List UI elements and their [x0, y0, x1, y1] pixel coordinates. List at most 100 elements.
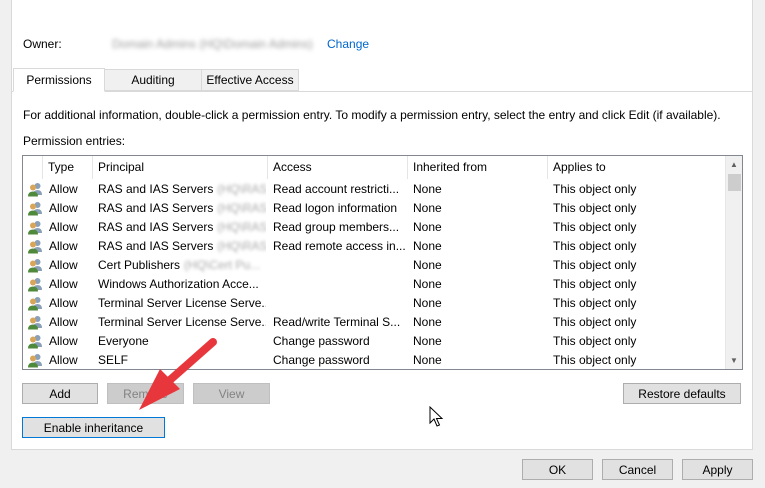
cell-inherited-from: None	[413, 201, 442, 215]
principal-domain-redacted: (HQ\RAS...	[217, 239, 266, 253]
cell-access: Read group members...	[273, 220, 400, 234]
table-row[interactable]: Allow Terminal Server License Serve... Non…	[23, 294, 726, 313]
cell-type: Allow	[49, 182, 78, 196]
table-row[interactable]: Allow Windows Authorization Acce... None Th…	[23, 275, 726, 294]
cell-inherited-from: None	[413, 315, 442, 329]
principal-domain-redacted: (HQ\RAS...	[217, 182, 266, 196]
mouse-pointer-icon	[429, 406, 444, 427]
table-row[interactable]: Allow RAS and IAS Servers(HQ\RAS... Read r…	[23, 237, 726, 256]
cell-inherited-from: None	[413, 239, 442, 253]
table-row[interactable]: Allow Everyone Change password None This obj…	[23, 332, 726, 351]
add-button[interactable]: Add	[22, 383, 98, 404]
restore-defaults-button[interactable]: Restore defaults	[623, 383, 741, 404]
principal-name: Terminal Server License Serve...	[98, 296, 266, 310]
table-row[interactable]: Allow Cert Publishers (HQ\Cert Pu... None Th…	[23, 256, 726, 275]
cell-type: Allow	[49, 201, 78, 215]
cell-inherited-from: None	[413, 258, 442, 272]
table-row[interactable]: Allow SELF Change password None This object …	[23, 351, 726, 369]
cell-access: Read account restricti...	[273, 182, 400, 196]
permission-entries-list[interactable]: Type Principal Access Inherited from App…	[22, 155, 743, 370]
cell-principal: RAS and IAS Servers(HQ\RAS...	[98, 180, 266, 199]
owner-label: Owner:	[23, 37, 62, 51]
cell-access	[273, 294, 407, 313]
table-row[interactable]: Allow Terminal Server License Serve... Rea…	[23, 313, 726, 332]
principal-domain-redacted: (HQ\Cert Pu...	[184, 258, 261, 272]
cell-inherited-from: None	[413, 182, 442, 196]
cell-type: Allow	[49, 220, 78, 234]
cell-access: Read remote access in...	[273, 239, 406, 253]
column-header-inherited-from[interactable]: Inherited from	[408, 156, 548, 179]
cancel-button[interactable]: Cancel	[602, 459, 673, 480]
change-owner-link[interactable]: Change	[327, 37, 369, 51]
ok-button[interactable]: OK	[522, 459, 593, 480]
info-text: For additional information, double-click…	[23, 108, 721, 122]
permission-entries-label: Permission entries:	[23, 134, 126, 148]
table-row[interactable]: Allow RAS and IAS Servers(HQ\RAS... Read g…	[23, 218, 726, 237]
principal-name: SELF	[98, 353, 129, 367]
principal-name: Windows Authorization Acce...	[98, 277, 259, 291]
cell-access: Change password	[273, 353, 370, 367]
owner-value-redacted: Domain Admins (HQ\Domain Admins)	[112, 37, 313, 51]
cell-type: Allow	[49, 258, 78, 272]
cell-applies-to: This object only	[553, 277, 637, 291]
cell-inherited-from: None	[413, 277, 442, 291]
enable-inheritance-button[interactable]: Enable inheritance	[22, 417, 165, 438]
view-button[interactable]: View	[193, 383, 270, 404]
cell-applies-to: This object only	[553, 220, 637, 234]
remove-button[interactable]: Remove	[107, 383, 184, 404]
principal-name: RAS and IAS Servers	[98, 239, 214, 253]
cell-applies-to: This object only	[553, 353, 637, 367]
tab-permissions[interactable]: Permissions	[13, 68, 105, 92]
cell-access	[273, 256, 407, 275]
cell-applies-to: This object only	[553, 239, 637, 253]
principal-name: Everyone	[98, 334, 149, 348]
principal-name: RAS and IAS Servers	[98, 182, 214, 196]
column-header-icon	[23, 156, 43, 179]
tab-effective-access[interactable]: Effective Access	[201, 69, 299, 91]
cell-inherited-from: None	[413, 296, 442, 310]
cell-access	[273, 275, 407, 294]
column-header-principal[interactable]: Principal	[93, 156, 268, 179]
column-header-applies-to[interactable]: Applies to	[548, 156, 726, 179]
cell-principal: Windows Authorization Acce...	[98, 275, 266, 294]
cell-access: Change password	[273, 334, 370, 348]
vertical-scrollbar[interactable]: ▲ ▼	[725, 156, 742, 369]
principal-domain-redacted: (HQ\RAS...	[217, 220, 266, 234]
table-row[interactable]: Allow RAS and IAS Servers(HQ\RAS... Read a…	[23, 180, 726, 199]
cell-applies-to: This object only	[553, 315, 637, 329]
cell-type: Allow	[49, 277, 78, 291]
cell-type: Allow	[49, 296, 78, 310]
cell-type: Allow	[49, 239, 78, 253]
principal-domain-redacted: (HQ\RAS...	[217, 201, 266, 215]
principal-name: Terminal Server License Serve...	[98, 315, 266, 329]
cell-principal: Terminal Server License Serve...	[98, 294, 266, 313]
cell-inherited-from: None	[413, 353, 442, 367]
tab-auditing[interactable]: Auditing	[104, 69, 202, 91]
scrollbar-thumb[interactable]	[728, 174, 741, 191]
apply-button[interactable]: Apply	[682, 459, 753, 480]
cell-type: Allow	[49, 334, 78, 348]
principal-name: Cert Publishers	[98, 258, 181, 272]
column-header-type[interactable]: Type	[43, 156, 93, 179]
principal-name: RAS and IAS Servers	[98, 201, 214, 215]
cell-applies-to: This object only	[553, 296, 637, 310]
tab-strip-divider	[11, 91, 753, 92]
cell-applies-to: This object only	[553, 334, 637, 348]
cell-type: Allow	[49, 353, 78, 367]
table-row[interactable]: Allow RAS and IAS Servers(HQ\RAS... Read l…	[23, 199, 726, 218]
cell-applies-to: This object only	[553, 258, 637, 272]
cell-principal: RAS and IAS Servers(HQ\RAS...	[98, 199, 266, 218]
cell-type: Allow	[49, 315, 78, 329]
cell-applies-to: This object only	[553, 182, 637, 196]
column-header-access[interactable]: Access	[268, 156, 408, 179]
cell-principal: Cert Publishers (HQ\Cert Pu...	[98, 256, 266, 275]
cell-principal: RAS and IAS Servers(HQ\RAS...	[98, 218, 266, 237]
cell-inherited-from: None	[413, 220, 442, 234]
cell-principal: RAS and IAS Servers(HQ\RAS...	[98, 237, 266, 256]
chevron-up-icon[interactable]: ▲	[726, 156, 742, 173]
cell-access: Read logon information	[273, 201, 398, 215]
cell-inherited-from: None	[413, 334, 442, 348]
cell-principal: Everyone	[98, 332, 266, 351]
principal-name: RAS and IAS Servers	[98, 220, 214, 234]
chevron-down-icon[interactable]: ▼	[726, 352, 742, 369]
